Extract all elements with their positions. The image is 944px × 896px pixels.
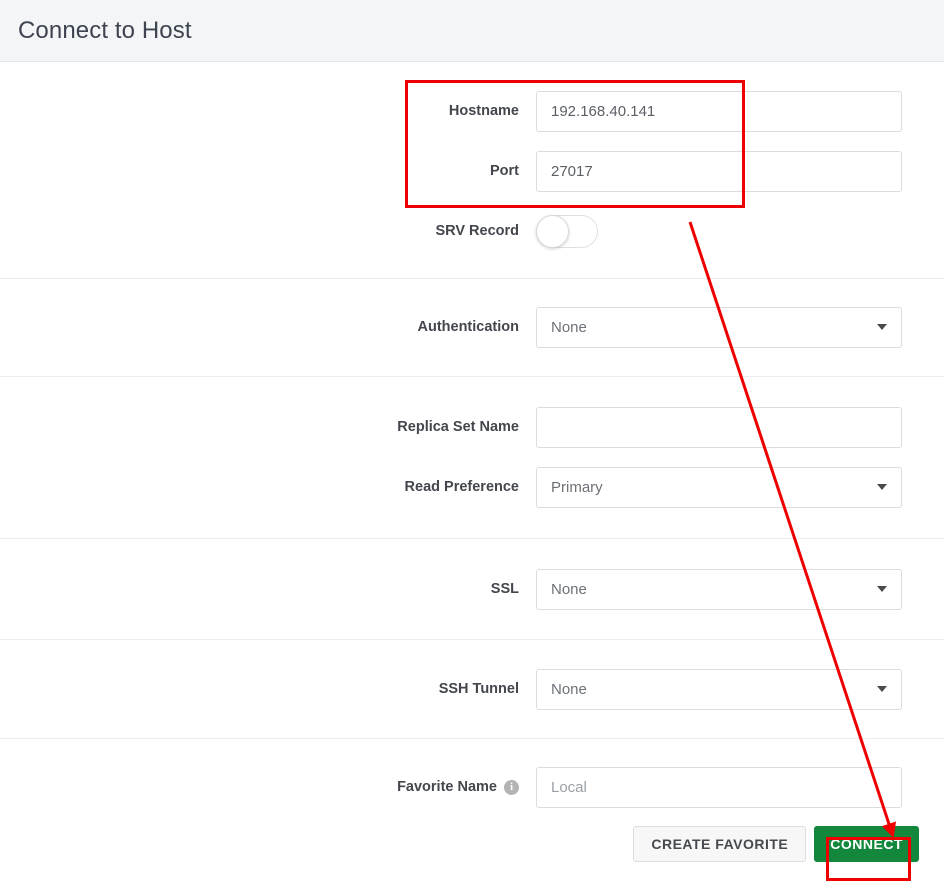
chevron-down-icon [877, 586, 887, 592]
port-field-wrap [536, 150, 944, 192]
read-preference-label: Read Preference [404, 479, 519, 495]
favorite-name-input[interactable] [536, 766, 902, 808]
read-preference-value: Primary [551, 478, 603, 496]
authentication-label: Authentication [417, 319, 520, 335]
host-section: Hostname Port SRV Record [0, 62, 944, 279]
ssl-field-wrap: None [536, 568, 944, 610]
replica-set-name-field-wrap [536, 406, 944, 448]
page-title: Connect to Host [18, 16, 192, 44]
favorite-name-field-wrap [536, 766, 944, 808]
connect-form: Hostname Port SRV Record Authentication [0, 62, 944, 862]
favorite-section: Favorite Name i CREATE FAVORITE CONNECT [0, 739, 944, 862]
ssh-tunnel-field-wrap: None [536, 668, 944, 710]
srv-record-toggle[interactable] [536, 214, 598, 248]
ssl-section: SSL None [0, 539, 944, 640]
read-preference-field-wrap: Primary [536, 466, 944, 508]
row-authentication: Authentication None [0, 297, 944, 357]
ssh-tunnel-select[interactable]: None [536, 668, 902, 710]
toggle-knob [536, 214, 569, 248]
srv-record-field-wrap [536, 214, 944, 248]
authentication-select[interactable]: None [536, 306, 902, 348]
replica-set-name-input[interactable] [536, 406, 902, 448]
connect-button[interactable]: CONNECT [814, 826, 919, 862]
ssl-select[interactable]: None [536, 568, 902, 610]
ssh-tunnel-value: None [551, 680, 587, 698]
port-label: Port [490, 163, 519, 179]
port-input[interactable] [536, 150, 902, 192]
auth-section: Authentication None [0, 279, 944, 377]
chevron-down-icon [877, 686, 887, 692]
hostname-field-wrap [536, 90, 944, 132]
ssl-label: SSL [490, 581, 519, 597]
favorite-name-label: Favorite Name i [0, 779, 536, 795]
row-srv-record: SRV Record [0, 201, 944, 261]
create-favorite-button[interactable]: CREATE FAVORITE [633, 826, 807, 862]
row-hostname: Hostname [0, 81, 944, 141]
window-header: Connect to Host [0, 0, 944, 62]
replica-set-name-label: Replica Set Name [397, 419, 519, 435]
row-favorite-name: Favorite Name i [0, 757, 944, 817]
ssh-tunnel-label: SSH Tunnel [438, 681, 519, 697]
row-read-preference: Read Preference Primary [0, 457, 944, 517]
hostname-input[interactable] [536, 90, 902, 132]
info-icon[interactable]: i [504, 779, 519, 795]
row-ssl: SSL None [0, 559, 944, 619]
form-actions: CREATE FAVORITE CONNECT [0, 817, 944, 862]
authentication-value: None [551, 318, 587, 336]
chevron-down-icon [877, 324, 887, 330]
row-ssh-tunnel: SSH Tunnel None [0, 659, 944, 719]
hostname-label: Hostname [448, 103, 519, 119]
row-port: Port [0, 141, 944, 201]
ssl-value: None [551, 580, 587, 598]
srv-record-label: SRV Record [435, 223, 519, 239]
read-preference-select[interactable]: Primary [536, 466, 902, 508]
replica-section: Replica Set Name Read Preference Primary [0, 377, 944, 539]
chevron-down-icon [877, 484, 887, 490]
favorite-name-label-text: Favorite Name [397, 779, 497, 795]
row-replica-set-name: Replica Set Name [0, 397, 944, 457]
ssh-section: SSH Tunnel None [0, 640, 944, 739]
authentication-field-wrap: None [536, 306, 944, 348]
